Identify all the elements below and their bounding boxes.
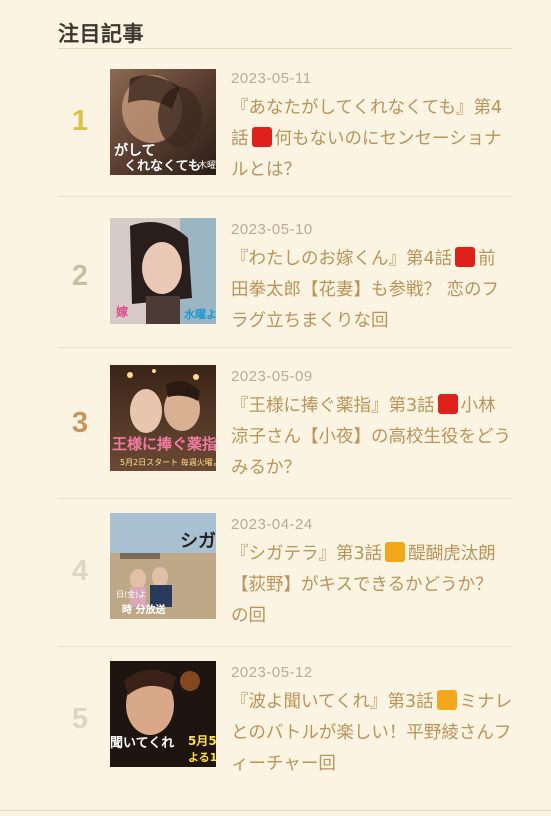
- title-text: 『波よ聞いてくれ』第3話: [231, 692, 434, 712]
- red-square-icon: [437, 394, 458, 414]
- article-thumbnail[interactable]: シガ 日(金)よ 時 分放送: [110, 513, 216, 619]
- rank-number: 1: [71, 105, 89, 137]
- orange-square-icon: [385, 542, 406, 562]
- title-text: 『シガテラ』第3話: [231, 544, 383, 564]
- svg-text:時 分放送: 時 分放送: [122, 603, 166, 616]
- article-thumbnail[interactable]: 王様に捧ぐ薬指 5月2日スタート 毎週火曜よる10時: [110, 365, 216, 471]
- svg-text:くれなくても: くれなくても: [124, 159, 201, 174]
- red-square-icon: [455, 247, 476, 267]
- article-date: 2023-05-12: [231, 664, 313, 681]
- orange-square-icon: [436, 690, 457, 710]
- title-text: 『わたしのお嫁くん』第4話: [231, 249, 453, 269]
- article-thumbnail[interactable]: 嫁 水曜よ: [110, 218, 216, 324]
- item-divider: [58, 347, 512, 348]
- ranking-item-5[interactable]: 5 聞いてくれ 5月5 よる11 2023-05-12 『波よ聞いてくれ』第3話…: [58, 647, 512, 795]
- bottom-divider: [0, 810, 551, 811]
- ranking-item-1[interactable]: 1 がして くれなくても 木曜 2023-05-11 『あなたがしてくれなくても…: [58, 49, 512, 197]
- article-thumbnail[interactable]: がして くれなくても 木曜: [110, 69, 216, 175]
- article-date: 2023-05-10: [231, 221, 313, 238]
- article-title-link[interactable]: 『あなたがしてくれなくても』第4話 何もないのにセンセーショナルとは？: [231, 93, 513, 186]
- svg-text:シガ: シガ: [180, 531, 216, 552]
- thumbnail-caption: がして: [114, 142, 156, 159]
- rank-number: 3: [71, 407, 89, 439]
- svg-text:王様に捧ぐ薬指: 王様に捧ぐ薬指: [112, 435, 216, 453]
- article-title-link[interactable]: 『わたしのお嫁くん』第4話 前田拳太郎【花妻】も参戦？ 恋のフラグ立ちまくりな回: [231, 244, 513, 337]
- svg-text:木曜: 木曜: [198, 159, 216, 171]
- article-title-link[interactable]: 『シガテラ』第3話 醍醐虎汰朗【荻野】がキスできるかどうか？ の回: [231, 539, 513, 632]
- svg-text:嫁: 嫁: [115, 304, 128, 319]
- section-title: 注目記事: [58, 22, 144, 46]
- ranking-item-2[interactable]: 2 嫁 水曜よ 2023-05-10 『わたしのお嫁くん』第4話 前田拳太郎【花妻…: [58, 204, 512, 352]
- article-title-link[interactable]: 『波よ聞いてくれ』第3話 ミナレとのバトルが楽しい！平野綾さんフィーチャー回: [231, 687, 513, 780]
- red-square-icon: [251, 127, 272, 147]
- article-date: 2023-05-11: [231, 70, 312, 87]
- ranking-item-3[interactable]: 3 王様に捧ぐ薬指 5月2日スタート 毎週火曜よる10時 2023-05-09 …: [58, 351, 512, 499]
- item-divider: [58, 196, 512, 197]
- title-text: 『王様に捧ぐ薬指』第3話: [231, 396, 435, 416]
- ranking-item-4[interactable]: 4 シガ 日(金)よ 時 分放送 2023-04-24 『シガテラ』第3話 醍醐虎…: [58, 499, 512, 647]
- article-title-link[interactable]: 『王様に捧ぐ薬指』第3話 小林涼子さん【小夜】の高校生役をどうみるか？: [231, 391, 513, 484]
- rank-number: 5: [71, 703, 89, 735]
- article-date: 2023-04-24: [231, 516, 313, 533]
- title-text-continued: 何もないのにセンセーショナルとは？: [231, 129, 502, 180]
- svg-text:5月5: 5月5: [188, 734, 216, 748]
- svg-text:日(金)よ: 日(金)よ: [116, 589, 146, 599]
- svg-text:聞いてくれ: 聞いてくれ: [110, 736, 174, 751]
- svg-text:よる11: よる11: [188, 751, 216, 764]
- rank-number: 2: [71, 260, 89, 292]
- article-thumbnail[interactable]: 聞いてくれ 5月5 よる11: [110, 661, 216, 767]
- svg-text:5月2日スタート 毎週火曜よる10時: 5月2日スタート 毎週火曜よる10時: [120, 457, 216, 467]
- article-date: 2023-05-09: [231, 368, 313, 385]
- svg-text:水曜よ: 水曜よ: [184, 307, 216, 321]
- rank-number: 4: [71, 555, 89, 587]
